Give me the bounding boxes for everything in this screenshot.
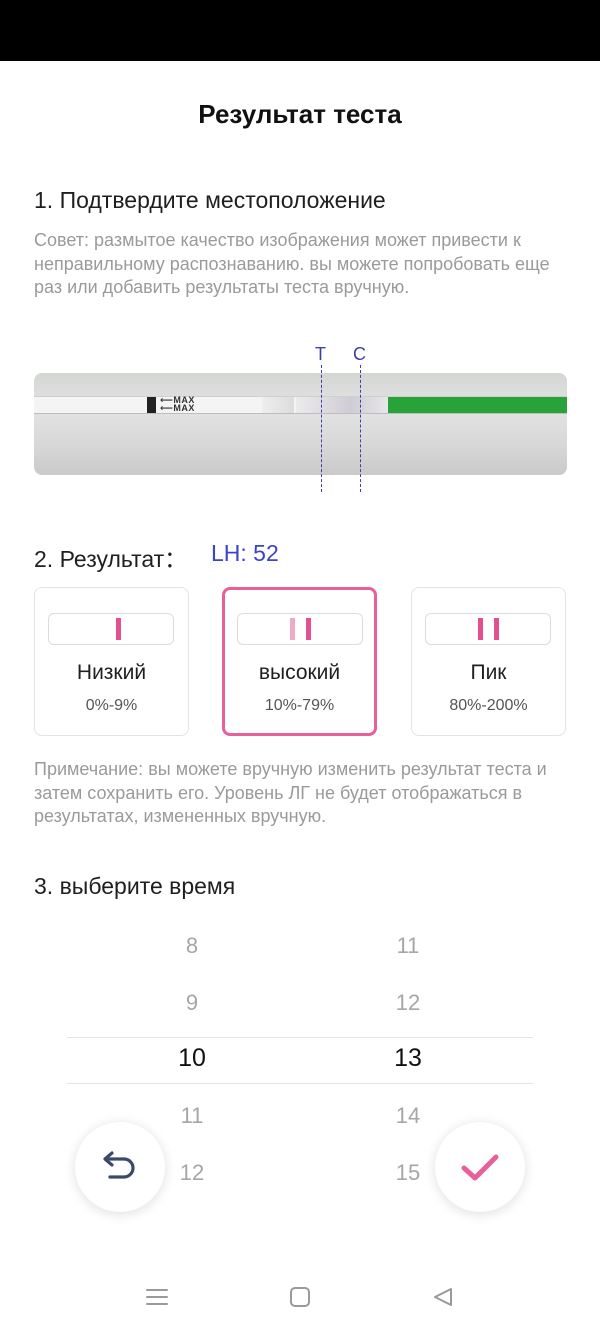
location-hint: Совет: размытое качество изображения мож… <box>34 230 550 297</box>
nav-back-button[interactable] <box>428 1282 458 1312</box>
status-bar <box>0 0 600 61</box>
result-option-range: 0%-9% <box>85 697 138 714</box>
t-line-label: T <box>315 344 326 364</box>
strip-result-window <box>296 397 388 413</box>
system-nav-bar <box>0 1262 600 1332</box>
minute-option[interactable]: 12 <box>368 990 448 1016</box>
result-option-high[interactable]: высокий 10%-79% <box>222 587 377 736</box>
high-control-line <box>306 618 311 640</box>
result-heading: 2. Результат： <box>34 546 188 572</box>
picker-selection-bottom <box>67 1083 533 1084</box>
low-control-line <box>116 618 121 640</box>
nav-home-button[interactable] <box>285 1282 315 1312</box>
lh-value: LH: 52 <box>211 540 279 566</box>
time-heading: 3. выберите время <box>34 873 236 899</box>
result-option-range: 10%-79% <box>264 697 335 714</box>
minute-option[interactable]: 11 <box>368 933 448 959</box>
strip-max-arrow-icon-2: ⟵ <box>160 403 174 413</box>
low-strip-icon <box>48 613 174 645</box>
high-test-line <box>290 618 295 640</box>
strip-absorbent-end <box>388 397 567 413</box>
manual-edit-note: Примечание: вы можете вручную изменить р… <box>34 759 547 826</box>
hour-option[interactable]: 9 <box>152 990 232 1016</box>
high-strip-icon <box>237 613 363 645</box>
nav-menu-button[interactable] <box>142 1282 172 1312</box>
test-strip: ⟵MAX ⟵MAX <box>34 396 567 414</box>
page-title: Результат теста <box>198 99 402 129</box>
checkmark-icon <box>461 1154 499 1181</box>
hour-option[interactable]: 8 <box>152 933 232 959</box>
confirm-button[interactable] <box>435 1122 525 1212</box>
test-strip-photo: ⟵MAX ⟵MAX <box>34 373 567 475</box>
result-option-range: 80%-200% <box>449 697 528 714</box>
location-heading: 1. Подтвердите местоположение <box>34 187 386 213</box>
peak-test-line <box>478 618 483 640</box>
c-line-label: C <box>353 344 366 364</box>
minute-selected[interactable]: 13 <box>368 1044 448 1073</box>
peak-strip-icon <box>425 613 551 645</box>
result-option-low[interactable]: Низкий 0%-9% <box>34 587 189 736</box>
back-button[interactable] <box>75 1122 165 1212</box>
peak-control-line <box>494 618 499 640</box>
minute-option[interactable]: 14 <box>368 1103 448 1129</box>
hour-option[interactable]: 11 <box>152 1103 232 1129</box>
result-option-title: Пик <box>470 661 507 684</box>
strip-handle-mark <box>147 397 156 413</box>
result-option-peak[interactable]: Пик 80%-200% <box>411 587 566 736</box>
strip-max-label: ⟵MAX ⟵MAX <box>160 395 195 413</box>
back-triangle-icon <box>434 1288 452 1306</box>
result-option-title: Низкий <box>76 661 147 684</box>
strip-band-light <box>262 397 294 413</box>
undo-arrow-icon <box>103 1151 135 1179</box>
t-line-marker[interactable] <box>321 365 322 492</box>
menu-icon <box>146 1289 168 1305</box>
result-option-title: высокий <box>258 661 341 684</box>
hour-selected[interactable]: 10 <box>152 1044 232 1073</box>
c-line-marker[interactable] <box>360 365 361 492</box>
home-square-icon <box>290 1287 310 1307</box>
picker-selection-top <box>67 1037 533 1038</box>
